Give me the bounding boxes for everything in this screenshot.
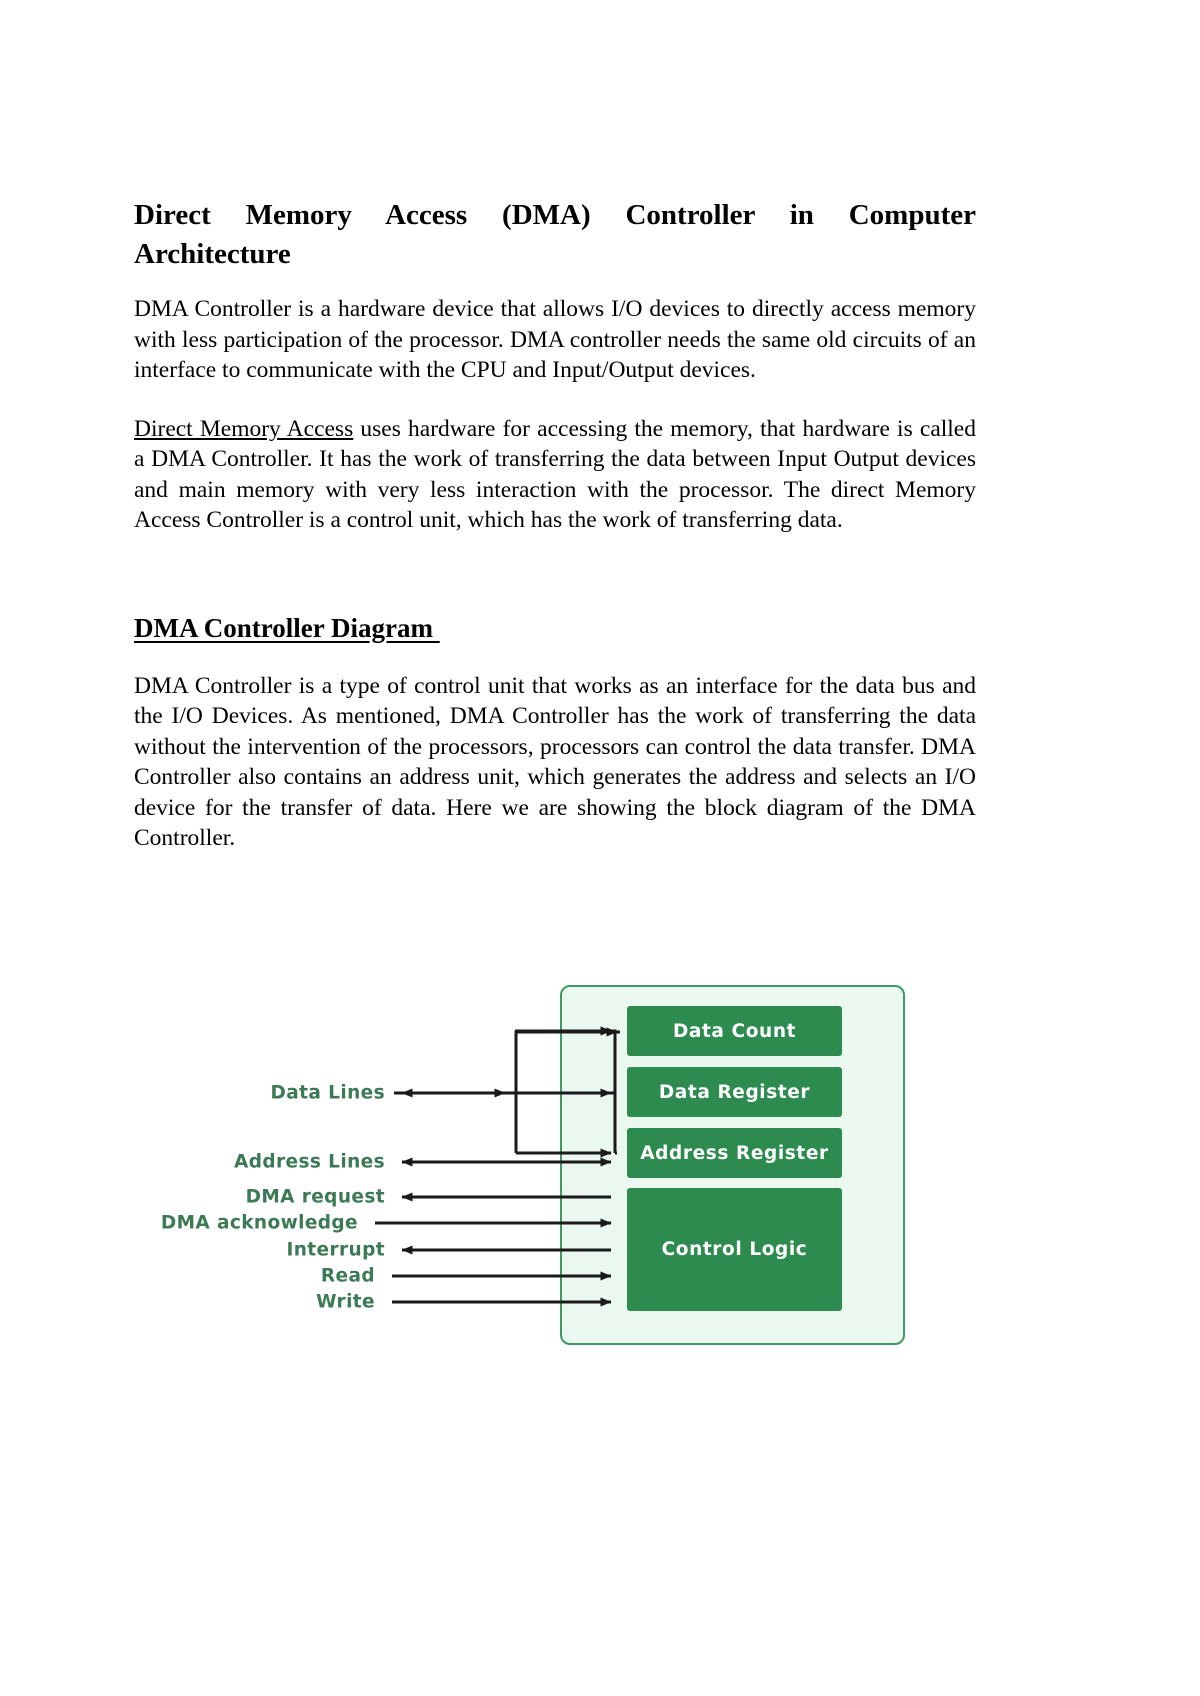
signal-label-read: Read [320,1265,375,1287]
page-title: Direct Memory Access (DMA) Controller in… [134,196,976,274]
block-control-logic: Control Logic [627,1188,842,1311]
paragraph-diagram-description: DMA Controller is a type of control unit… [134,672,976,852]
block-data-count: Data Count [627,1006,842,1056]
document-content: Direct Memory Access (DMA) Controller in… [134,196,976,854]
signal-label-interrupt: Interrupt [286,1239,385,1261]
signal-label-dma-request: DMA request [245,1186,385,1208]
page-title-line-1: Direct Memory Access (DMA) Controller in… [134,199,976,231]
paragraph-intro: DMA Controller is a hardware device that… [134,296,976,383]
dma-controller-diagram: Data Count Data Register Address Registe… [130,965,1070,1365]
section-heading-dma-controller-diagram: DMA Controller Diagram [134,612,440,643]
signal-label-write: Write [316,1291,375,1313]
paragraph-dma-hardware: Direct Memory Access uses hardware for a… [134,414,976,536]
inline-underlined-term: Direct Memory Access [134,415,354,442]
block-address-register: Address Register [627,1128,842,1178]
page-title-line-2: Architecture [134,238,291,270]
signal-label-data-lines: Data Lines [270,1082,385,1104]
block-data-register: Data Register [627,1067,842,1117]
document-page: Direct Memory Access (DMA) Controller in… [0,0,1200,1696]
signal-label-address-lines: Address Lines [234,1151,385,1173]
signal-label-dma-acknowledge: DMA acknowledge [160,1212,358,1234]
